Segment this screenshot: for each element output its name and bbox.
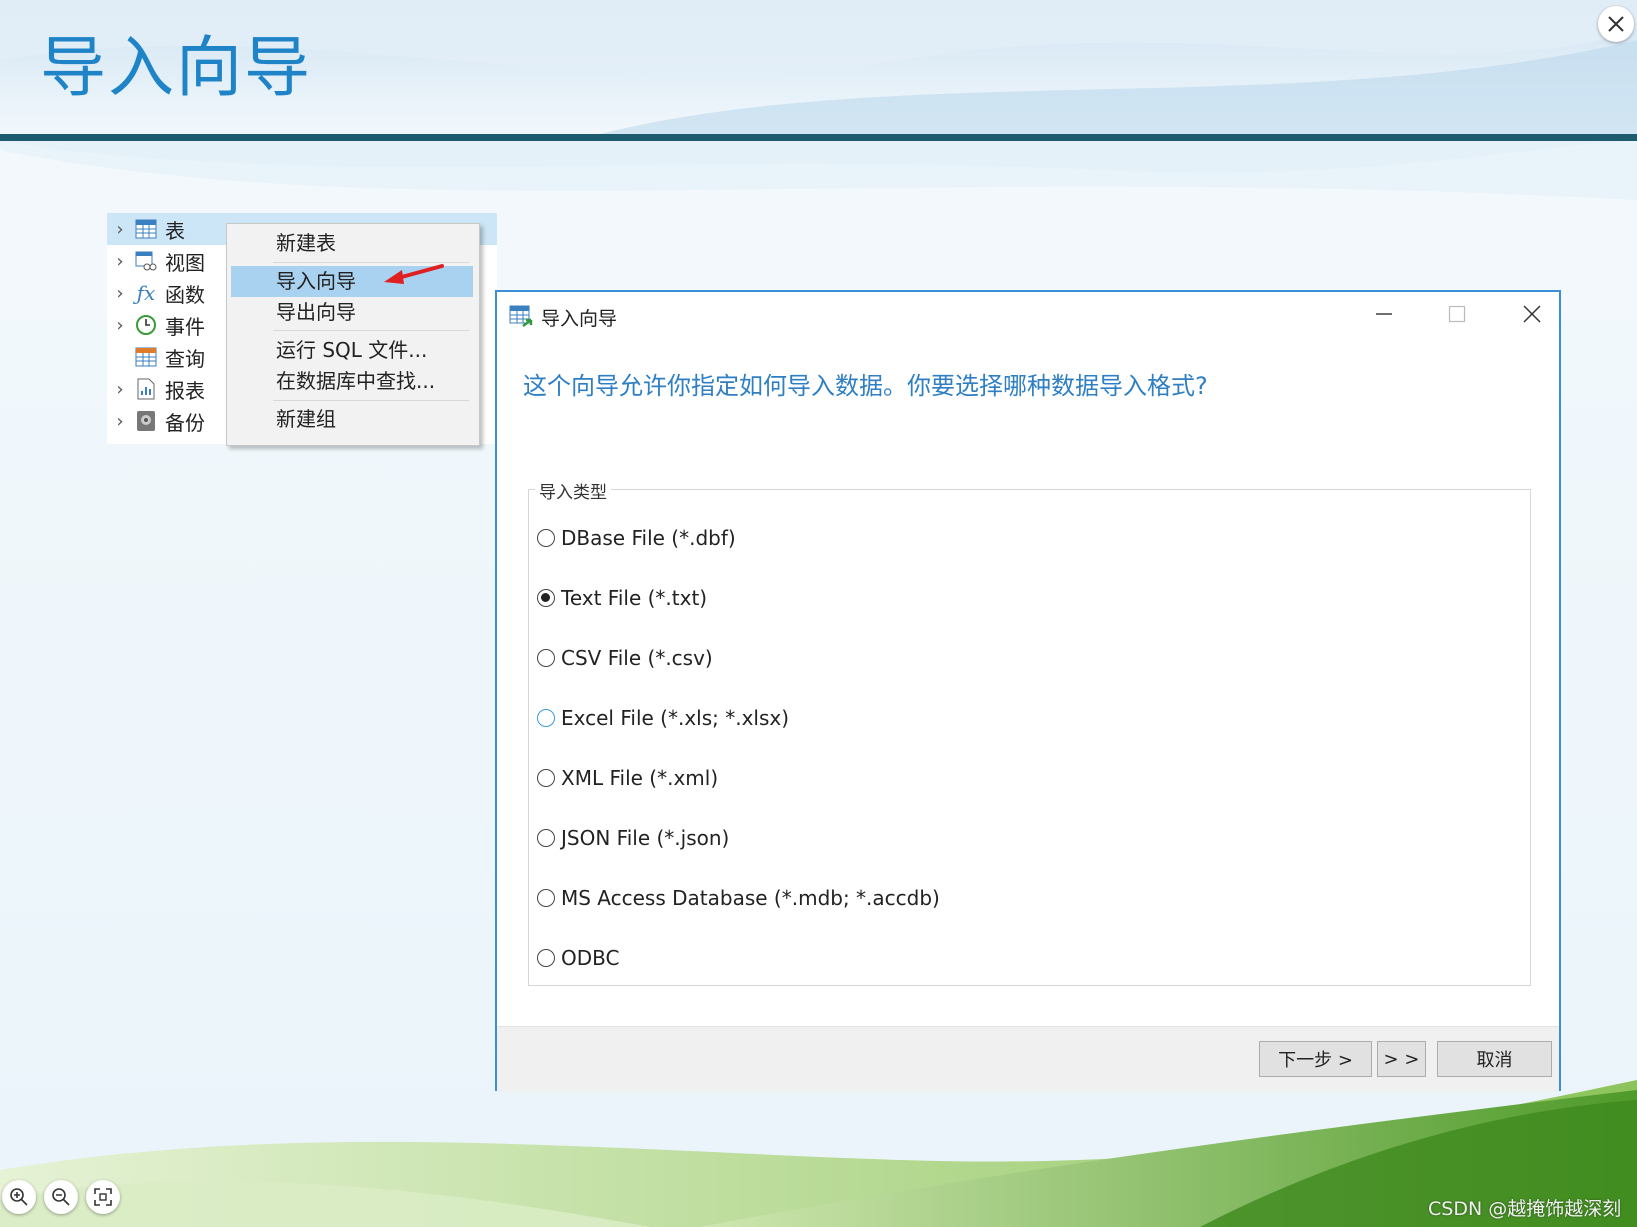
- fit-screen-button[interactable]: [86, 1180, 120, 1214]
- event-clock-icon: [133, 313, 159, 337]
- dialog-titlebar[interactable]: 导入向导: [497, 292, 1559, 342]
- fit-screen-icon: [94, 1188, 112, 1206]
- dialog-close-button[interactable]: [1497, 292, 1567, 336]
- chevron-right-icon[interactable]: ›: [107, 379, 133, 400]
- option-ms-access[interactable]: MS Access Database (*.mdb; *.accdb): [537, 884, 940, 912]
- radio-odbc[interactable]: [537, 949, 555, 967]
- tree-item-label: 函数: [165, 282, 205, 307]
- maximize-button[interactable]: [1422, 292, 1492, 336]
- viewer-close-button[interactable]: [1598, 6, 1634, 42]
- option-label: DBase File (*.dbf): [561, 526, 736, 550]
- tree-item-label: 事件: [165, 314, 205, 339]
- radio-xml[interactable]: [537, 769, 555, 787]
- zoom-in-icon: [10, 1188, 28, 1206]
- option-label: MS Access Database (*.mdb; *.accdb): [561, 886, 940, 910]
- menu-item-new-table[interactable]: 新建表: [231, 228, 473, 259]
- tree-item-label: 查询: [165, 346, 205, 371]
- option-dbase-file[interactable]: DBase File (*.dbf): [537, 524, 736, 552]
- red-pointer-arrow: [384, 264, 444, 284]
- import-wizard-icon: [509, 304, 535, 332]
- option-label: Excel File (*.xls; *.xlsx): [561, 706, 790, 730]
- tree-item-event[interactable]: › 事件: [107, 309, 227, 341]
- chevron-right-icon[interactable]: ›: [107, 283, 133, 304]
- radio-json[interactable]: [537, 829, 555, 847]
- import-wizard-dialog: 导入向导 这个向导允许你指定如何导入数据。你要选择哪种数据导入格式? 导入类型 …: [495, 290, 1561, 1092]
- slide-title: 导入向导: [40, 29, 312, 106]
- option-label: Text File (*.txt): [561, 586, 708, 610]
- radio-dbase[interactable]: [537, 529, 555, 547]
- tree-item-query[interactable]: 查询: [107, 341, 227, 373]
- view-icon: [133, 249, 159, 273]
- chevron-right-icon[interactable]: ›: [107, 219, 133, 240]
- tree-item-label: 备份: [165, 410, 205, 435]
- option-text-file[interactable]: Text File (*.txt): [537, 584, 707, 612]
- tree-item-backup[interactable]: › 备份: [107, 405, 227, 437]
- minimize-button[interactable]: [1349, 292, 1419, 336]
- menu-item-export-wizard[interactable]: 导出向导: [231, 297, 473, 328]
- tree-item-report[interactable]: › 报表: [107, 373, 227, 405]
- menu-separator: [273, 330, 469, 331]
- close-icon: [1608, 16, 1624, 32]
- chevron-right-icon[interactable]: ›: [107, 411, 133, 432]
- menu-item-run-sql-file[interactable]: 运行 SQL 文件...: [231, 335, 473, 366]
- cancel-button[interactable]: 取消: [1437, 1041, 1552, 1077]
- option-excel-file[interactable]: Excel File (*.xls; *.xlsx): [537, 704, 789, 732]
- close-icon: [1523, 305, 1541, 323]
- tree-item-label: 表: [165, 218, 185, 243]
- menu-item-new-group[interactable]: 新建组: [231, 404, 473, 435]
- option-csv-file[interactable]: CSV File (*.csv): [537, 644, 713, 672]
- option-xml-file[interactable]: XML File (*.xml): [537, 764, 718, 792]
- last-step-button[interactable]: > >: [1377, 1041, 1426, 1077]
- minimize-icon: [1376, 313, 1392, 315]
- radio-text[interactable]: [537, 589, 555, 607]
- query-icon: [133, 345, 159, 369]
- table-icon: [133, 217, 159, 241]
- tree-item-view[interactable]: › 视图: [107, 245, 227, 277]
- zoom-out-icon: [52, 1188, 70, 1206]
- function-icon: ƒx: [136, 281, 156, 305]
- chevron-right-icon[interactable]: ›: [107, 251, 133, 272]
- zoom-in-button[interactable]: [2, 1180, 36, 1214]
- radio-csv[interactable]: [537, 649, 555, 667]
- watermark: CSDN @越掩饰越深刻: [1428, 1198, 1622, 1220]
- dialog-footer: 下一步 > > > 取消: [497, 1026, 1559, 1092]
- menu-separator: [273, 400, 469, 401]
- option-json-file[interactable]: JSON File (*.json): [537, 824, 729, 852]
- next-button[interactable]: 下一步 >: [1259, 1041, 1372, 1077]
- context-menu: 新建表 导入向导 导出向导 运行 SQL 文件... 在数据库中查找... 新建…: [226, 223, 480, 446]
- radio-excel[interactable]: [537, 709, 555, 727]
- maximize-icon: [1448, 305, 1466, 323]
- chevron-right-icon[interactable]: ›: [107, 315, 133, 336]
- radio-ms-access[interactable]: [537, 889, 555, 907]
- option-odbc[interactable]: ODBC: [537, 944, 619, 972]
- option-label: ODBC: [561, 946, 620, 970]
- report-icon: [133, 377, 159, 401]
- title-divider: [0, 134, 1637, 141]
- tree-item-label: 报表: [165, 378, 205, 403]
- zoom-out-button[interactable]: [44, 1180, 78, 1214]
- option-label: XML File (*.xml): [561, 766, 719, 790]
- tree-item-label: 视图: [165, 250, 205, 275]
- import-type-label: 导入类型: [535, 478, 611, 503]
- option-label: CSV File (*.csv): [561, 646, 713, 670]
- wizard-question: 这个向导允许你指定如何导入数据。你要选择哪种数据导入格式?: [523, 372, 1208, 400]
- backup-icon: [133, 409, 159, 433]
- menu-item-find-in-database[interactable]: 在数据库中查找...: [231, 366, 473, 397]
- dialog-title: 导入向导: [541, 308, 618, 330]
- option-label: JSON File (*.json): [561, 826, 730, 850]
- tree-item-function[interactable]: › ƒx 函数: [107, 277, 227, 309]
